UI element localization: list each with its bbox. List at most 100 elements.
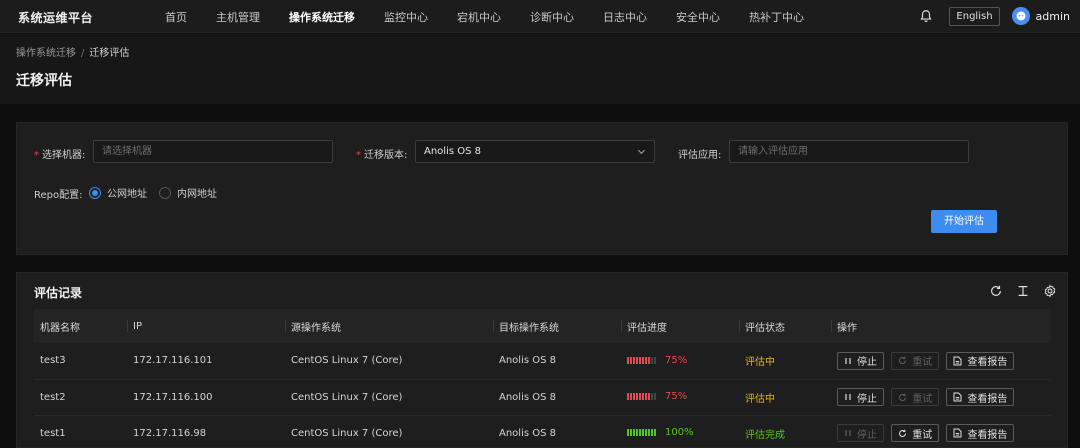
- cell-status: 评估完成: [739, 415, 831, 448]
- cell-target-os: Anolis OS 8: [493, 415, 621, 448]
- evaluation-form: * 选择机器: 请选择机器 * 迁移版本: Anolis OS 8 评估应用: 请输…: [16, 122, 1068, 255]
- breadcrumb-current: 迁移评估: [89, 48, 130, 59]
- user-avatar-glyph: [1016, 11, 1026, 21]
- cell-ip: 172.17.116.101: [127, 343, 285, 380]
- cell-progress: 75%: [621, 379, 739, 416]
- progress-percent: 75%: [665, 391, 688, 402]
- user-avatar-icon[interactable]: [1011, 7, 1030, 25]
- nav-item-crash-center[interactable]: 宕机中心: [457, 9, 501, 25]
- brand-title[interactable]: 系统运维平台: [18, 9, 93, 26]
- retry-icon: [899, 429, 907, 437]
- main-menu: 首页 主机管理 操作系统迁移 监控中心 宕机中心 诊断中心 日志中心 安全中心 …: [165, 9, 804, 25]
- table-row: test2 172.17.116.100 CentOS Linux 7 (Cor…: [34, 379, 1051, 416]
- view-report-button[interactable]: 查看报告: [946, 424, 1015, 442]
- username[interactable]: admin: [1036, 10, 1070, 23]
- retry-icon: [899, 393, 907, 401]
- column-header-ip: IP: [127, 309, 285, 343]
- cell-target-os: Anolis OS 8: [493, 379, 621, 416]
- version-label: * 迁移版本:: [356, 146, 407, 161]
- version-select[interactable]: Anolis OS 8: [415, 140, 655, 163]
- cell-ip: 172.17.116.98: [127, 415, 285, 448]
- nav-item-log-center[interactable]: 日志中心: [603, 9, 647, 25]
- view-report-button[interactable]: 查看报告: [946, 351, 1015, 370]
- retry-button[interactable]: 重试: [891, 388, 940, 406]
- radio-dot: [159, 186, 171, 199]
- repo-radio-public[interactable]: 公网地址: [89, 185, 147, 200]
- top-navigation-bar: 系统运维平台 首页 主机管理 操作系统迁移 监控中心 宕机中心 诊断中心 日志中…: [0, 0, 1080, 33]
- retry-button[interactable]: 重试: [891, 424, 940, 442]
- column-header-progress: 评估进度: [621, 309, 739, 343]
- app-label: 评估应用:: [678, 150, 722, 161]
- breadcrumb-parent[interactable]: 操作系统迁移: [16, 48, 76, 59]
- progress-segments: [627, 429, 657, 436]
- breadcrumb: 操作系统迁移 / 迁移评估: [16, 44, 129, 59]
- machine-select[interactable]: 请选择机器: [93, 140, 333, 163]
- stop-button[interactable]: 停止: [837, 388, 884, 406]
- cell-source-os: CentOS Linux 7 (Core): [285, 379, 493, 416]
- bell-icon[interactable]: [919, 9, 933, 23]
- cell-target-os: Anolis OS 8: [493, 343, 621, 380]
- evaluation-records: 评估记录 机器名称 IP 源操作系统 目标操作系统 评估进度 评估状态 操作 t…: [16, 272, 1068, 448]
- cell-status: 评估中: [739, 379, 831, 416]
- view-report-button-label: 查看报告: [967, 429, 1008, 441]
- view-report-button-label: 查看报告: [967, 357, 1008, 369]
- records-table: 机器名称 IP 源操作系统 目标操作系统 评估进度 评估状态 操作 test3 …: [34, 309, 1051, 448]
- cell-progress: 100%: [621, 415, 739, 448]
- nav-item-diagnosis-center[interactable]: 诊断中心: [530, 9, 574, 25]
- nav-right-tools: English admin: [919, 5, 1070, 27]
- version-label-text: 迁移版本:: [364, 150, 408, 161]
- nav-item-hotpatch-center[interactable]: 热补丁中心: [749, 9, 804, 25]
- table-row: test1 172.17.116.98 CentOS Linux 7 (Core…: [34, 415, 1051, 448]
- column-height-icon[interactable]: [1016, 284, 1030, 298]
- table-tools: [976, 284, 1057, 298]
- nav-item-monitoring-center[interactable]: 监控中心: [384, 9, 428, 25]
- page-title: 迁移评估: [16, 73, 72, 89]
- table-header-row: 机器名称 IP 源操作系统 目标操作系统 评估进度 评估状态 操作: [34, 309, 1051, 343]
- start-evaluation-button[interactable]: 开始评估: [931, 210, 997, 233]
- app-input[interactable]: 请输入评估应用: [729, 140, 969, 163]
- machine-label: * 选择机器:: [34, 146, 85, 161]
- report-file-icon: [953, 392, 962, 402]
- retry-button-label: 重试: [912, 429, 933, 441]
- breadcrumb-separator: /: [81, 48, 85, 59]
- cell-ip: 172.17.116.100: [127, 379, 285, 416]
- cell-actions: 停止 重试 查看报告: [831, 379, 1051, 416]
- view-report-button[interactable]: 查看报告: [946, 388, 1015, 406]
- stop-button[interactable]: 停止: [837, 351, 884, 370]
- chevron-down-icon: [637, 149, 646, 155]
- progress-percent: 75%: [665, 354, 688, 366]
- nav-item-security-center[interactable]: 安全中心: [676, 9, 720, 25]
- table-row: test3 172.17.116.101 CentOS Linux 7 (Cor…: [34, 343, 1051, 380]
- language-switch-button[interactable]: English: [949, 6, 1000, 26]
- stop-button-label: 停止: [857, 357, 877, 369]
- column-header-machine-name: 机器名称: [34, 309, 127, 343]
- cell-progress: 75%: [621, 343, 739, 380]
- cell-machine-name: test1: [34, 415, 127, 448]
- nav-item-host-management[interactable]: 主机管理: [216, 9, 260, 25]
- view-report-button-label: 查看报告: [967, 393, 1008, 405]
- progress-indicator: 75%: [627, 355, 687, 366]
- page-header: 操作系统迁移 / 迁移评估 迁移评估: [0, 34, 1080, 104]
- cell-source-os: CentOS Linux 7 (Core): [285, 415, 493, 448]
- progress-segments: [627, 356, 657, 364]
- column-header-source-os: 源操作系统: [285, 309, 493, 343]
- machine-label-text: 选择机器:: [42, 150, 86, 161]
- repo-radio-internal[interactable]: 内网地址: [159, 185, 217, 200]
- progress-indicator: 100%: [627, 427, 694, 438]
- retry-button[interactable]: 重试: [891, 351, 940, 370]
- column-header-status: 评估状态: [739, 309, 831, 343]
- progress-indicator: 75%: [627, 391, 687, 402]
- pause-icon: [845, 430, 851, 436]
- repo-radio-public-label: 公网地址: [107, 189, 147, 200]
- pause-icon: [845, 357, 851, 364]
- pause-icon: [845, 394, 851, 400]
- stop-button[interactable]: 停止: [837, 424, 884, 442]
- settings-icon[interactable]: [1043, 284, 1057, 298]
- report-file-icon: [953, 356, 962, 366]
- cell-machine-name: test2: [34, 379, 127, 416]
- nav-item-os-migration[interactable]: 操作系统迁移: [289, 9, 355, 25]
- refresh-icon[interactable]: [989, 284, 1003, 298]
- nav-item-home[interactable]: 首页: [165, 9, 187, 25]
- column-header-actions: 操作: [831, 309, 1051, 343]
- progress-percent: 100%: [665, 427, 694, 438]
